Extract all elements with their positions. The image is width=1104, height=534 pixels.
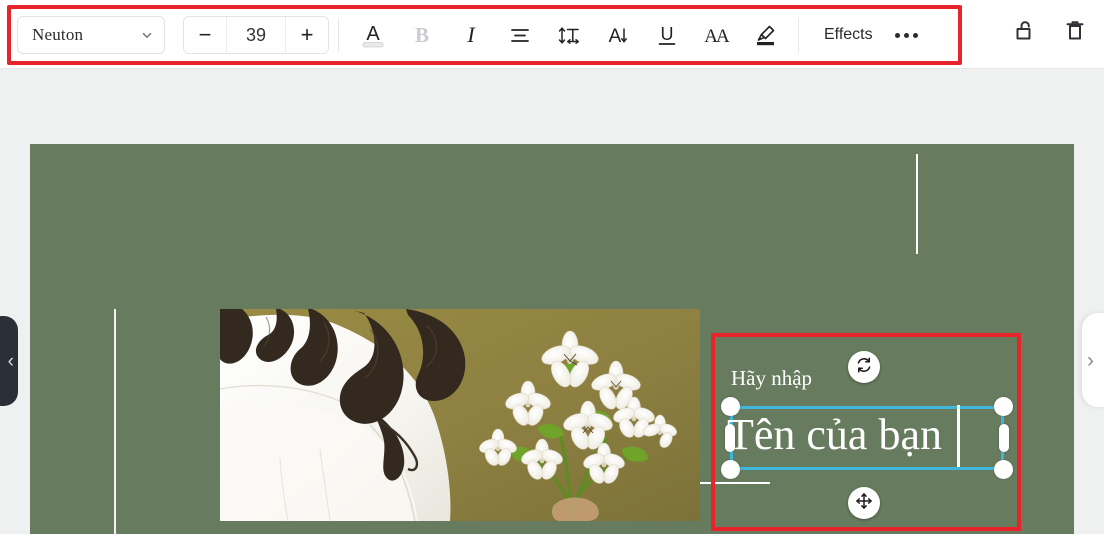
photo-artwork bbox=[220, 309, 700, 521]
font-size-stepper: − 39 + bbox=[183, 16, 329, 54]
chevron-left-icon: ‹ bbox=[7, 350, 14, 372]
font-family-value: Neuton bbox=[32, 25, 84, 44]
resize-handle-right[interactable] bbox=[999, 424, 1009, 452]
rotate-icon bbox=[855, 356, 873, 379]
text-toolbar: Neuton − 39 + A B I A U AA Effects bbox=[0, 0, 1104, 69]
resize-handle-left[interactable] bbox=[725, 424, 735, 452]
toolbar-controls: Neuton − 39 + A B I A U AA Effects bbox=[11, 9, 927, 61]
effects-button[interactable]: Effects bbox=[808, 26, 887, 44]
svg-text:A: A bbox=[366, 23, 380, 45]
move-icon bbox=[855, 492, 873, 515]
decorative-vertical-line bbox=[916, 154, 918, 254]
chevron-down-icon bbox=[140, 28, 154, 42]
svg-text:U: U bbox=[660, 24, 673, 44]
font-family-select[interactable]: Neuton bbox=[17, 16, 165, 54]
resize-handle-top-left[interactable] bbox=[721, 397, 740, 416]
font-case-icon[interactable]: AA bbox=[691, 13, 740, 57]
dot bbox=[895, 32, 901, 38]
right-panel-expand-tab[interactable]: › bbox=[1082, 313, 1104, 407]
underline-icon[interactable]: U bbox=[642, 13, 691, 57]
highlighter-icon[interactable] bbox=[740, 13, 789, 57]
text-color-icon[interactable]: A bbox=[348, 13, 397, 57]
workspace: Hãy nhập Tên của bạn ‹ › bbox=[0, 69, 1104, 534]
text-selection-box[interactable]: Tên của bạn bbox=[721, 397, 1013, 479]
canvas-photo[interactable] bbox=[220, 309, 700, 521]
svg-text:I: I bbox=[466, 22, 476, 47]
svg-text:B: B bbox=[414, 23, 428, 47]
design-canvas[interactable]: Hãy nhập Tên của bạn bbox=[30, 144, 1074, 534]
left-panel-collapse-tab[interactable]: ‹ bbox=[0, 316, 18, 406]
toolbar-divider bbox=[798, 18, 799, 52]
dot bbox=[904, 32, 910, 38]
svg-text:AA: AA bbox=[704, 26, 730, 47]
editor-root: Neuton − 39 + A B I A U AA Effects Hãy n… bbox=[0, 0, 1104, 534]
font-size-decrease-button[interactable]: − bbox=[184, 17, 226, 53]
toolbar-right-actions bbox=[1008, 13, 1092, 47]
text-value[interactable]: Tên của bạn bbox=[727, 403, 942, 467]
chevron-right-icon: › bbox=[1087, 348, 1094, 372]
text-prompt-label: Hãy nhập bbox=[731, 366, 813, 390]
italic-icon[interactable]: I bbox=[446, 13, 495, 57]
text-align-icon[interactable] bbox=[495, 13, 544, 57]
toolbar-divider bbox=[338, 18, 339, 52]
font-size-input[interactable]: 39 bbox=[227, 17, 285, 53]
trash-icon[interactable] bbox=[1058, 13, 1092, 47]
decorative-vertical-line-left bbox=[114, 309, 116, 534]
text-caret bbox=[957, 405, 960, 467]
move-handle[interactable] bbox=[848, 487, 880, 519]
dot bbox=[913, 32, 919, 38]
rotate-handle[interactable] bbox=[848, 351, 880, 383]
resize-handle-bottom-right[interactable] bbox=[994, 460, 1013, 479]
bold-icon[interactable]: B bbox=[397, 13, 446, 57]
letter-spacing-icon[interactable]: A bbox=[593, 13, 642, 57]
font-size-increase-button[interactable]: + bbox=[286, 17, 328, 53]
svg-text:A: A bbox=[608, 26, 621, 47]
unlock-icon[interactable] bbox=[1008, 13, 1042, 47]
resize-handle-bottom-left[interactable] bbox=[721, 460, 740, 479]
more-options-button[interactable] bbox=[887, 15, 927, 55]
resize-handle-top-right[interactable] bbox=[994, 397, 1013, 416]
line-spacing-icon[interactable] bbox=[544, 13, 593, 57]
